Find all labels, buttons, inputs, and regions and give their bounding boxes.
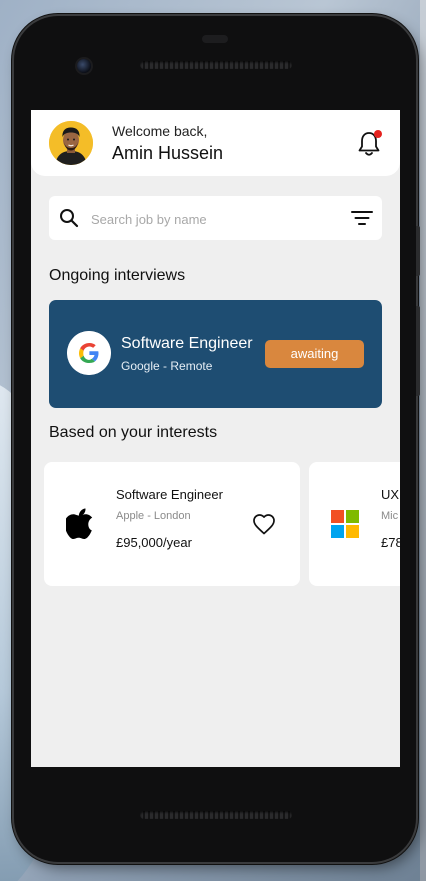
welcome-text: Welcome back, [112, 123, 208, 139]
ongoing-job-company: Google - Remote [121, 359, 213, 373]
app-screen: Welcome back, Amin Hussein Ongoing inter… [31, 110, 400, 767]
awaiting-status-badge[interactable]: awaiting [265, 340, 364, 368]
search-icon[interactable] [59, 208, 79, 228]
ongoing-interview-card[interactable]: Software Engineer Google - Remote awaiti… [49, 300, 382, 408]
avatar[interactable] [49, 121, 93, 165]
ongoing-job-title: Software Engineer [121, 335, 253, 352]
job-salary: £78 [381, 535, 400, 550]
user-name: Amin Hussein [112, 143, 224, 163]
search-bar [49, 196, 382, 240]
heart-icon[interactable] [252, 513, 276, 535]
search-input[interactable] [89, 204, 343, 234]
background: Welcome back, Amin Hussein Ongoing inter… [0, 0, 426, 881]
microsoft-logo [331, 510, 359, 538]
notification-badge [374, 130, 382, 138]
google-logo [67, 331, 111, 375]
job-title: UX [381, 487, 400, 502]
window-edge [420, 0, 426, 881]
app-header: Welcome back, Amin Hussein [31, 110, 400, 176]
interests-section-title: Based on your interests [49, 424, 218, 441]
bottom-speaker [140, 811, 292, 819]
volume-button [416, 226, 420, 276]
earpiece [202, 35, 228, 43]
job-company: Mic [381, 510, 399, 522]
avatar-illustration [49, 121, 93, 165]
front-camera [77, 59, 91, 73]
ongoing-section-title: Ongoing interviews [49, 267, 186, 284]
job-title: Software Engineer [116, 487, 223, 502]
apple-logo [66, 508, 93, 539]
job-company: Apple - London [116, 510, 191, 522]
top-speaker [140, 61, 292, 69]
job-card-microsoft[interactable]: UX Mic £78 [309, 462, 400, 586]
filter-icon[interactable] [351, 210, 373, 226]
power-button [416, 306, 420, 396]
job-card-apple[interactable]: Software Engineer Apple - London £95,000… [44, 462, 300, 586]
job-salary: £95,000/year [116, 535, 192, 550]
